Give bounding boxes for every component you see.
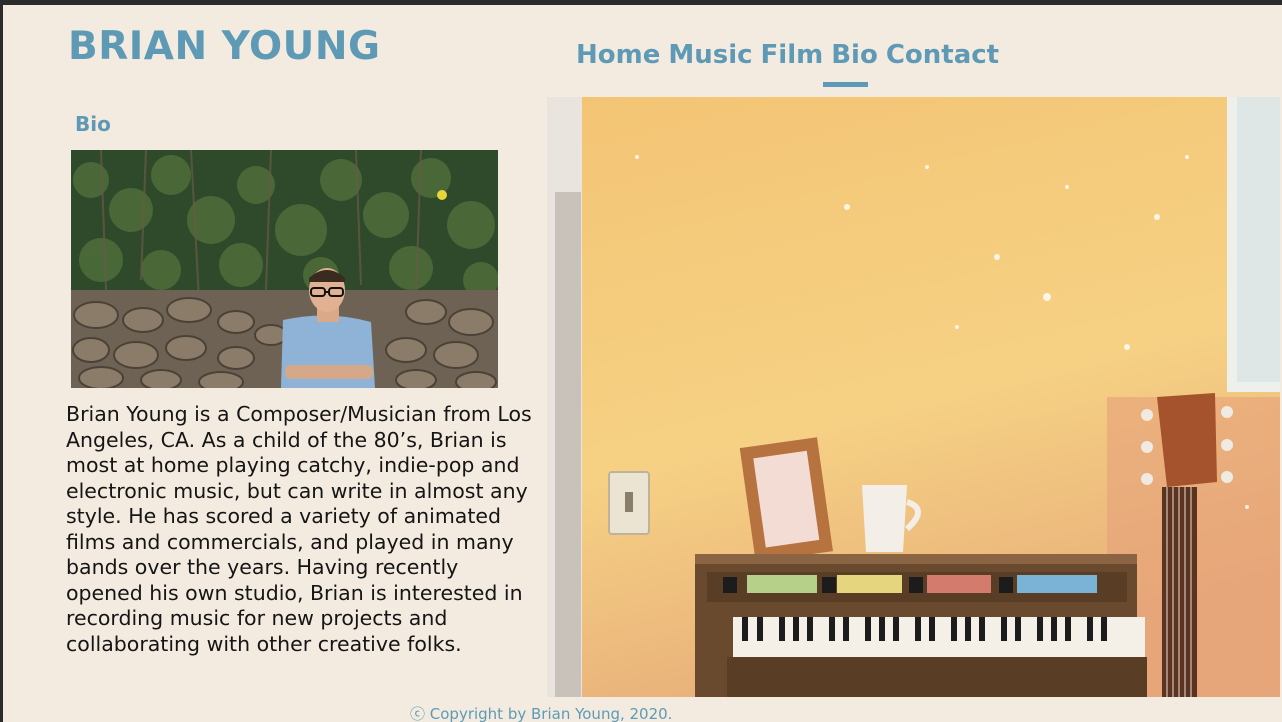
site-title[interactable]: BRIAN YOUNG (68, 24, 381, 69)
nav-contact[interactable]: Contact (886, 40, 999, 70)
bio-paragraph: Brian Young is a Composer/Musician from … (66, 402, 532, 656)
nav-film[interactable]: Film (761, 40, 824, 70)
main-nav: Home Music Film Bio Contact (576, 40, 999, 70)
window-top-bar (0, 0, 1282, 5)
nav-home[interactable]: Home (576, 40, 660, 70)
active-nav-indicator (823, 82, 868, 87)
section-heading: Bio (75, 112, 111, 136)
window-left-edge (0, 0, 3, 722)
portrait-photo (71, 150, 498, 388)
nav-music[interactable]: Music (668, 40, 752, 70)
nav-bio[interactable]: Bio (831, 40, 878, 70)
hero-illustration (547, 97, 1280, 697)
copyright-footer: ⓒ Copyright by Brian Young, 2020. (410, 705, 673, 722)
